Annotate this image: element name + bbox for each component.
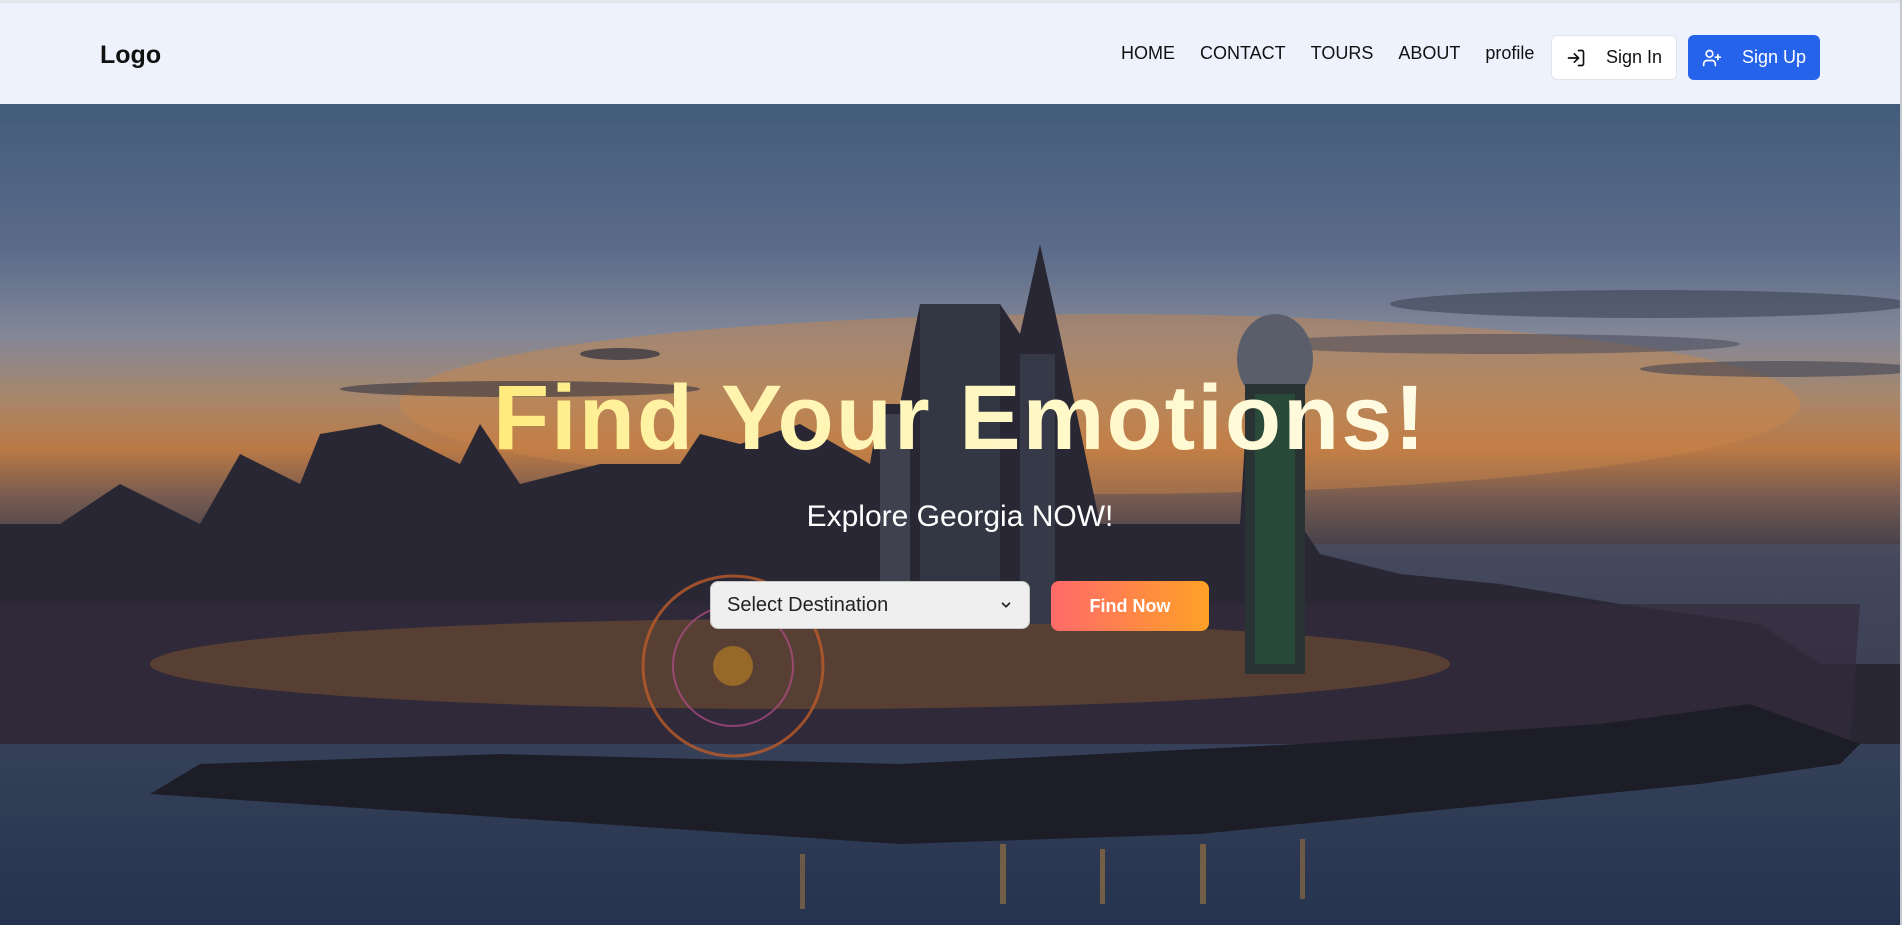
destination-select-value: Select Destination (727, 593, 889, 616)
chevron-down-icon (1001, 602, 1011, 608)
top-navbar: Logo HOME CONTACT TOURS ABOUT profile Si… (0, 0, 1900, 104)
nav-item-contact[interactable]: CONTACT (1200, 43, 1286, 64)
sign-in-label: Sign In (1605, 47, 1663, 67)
sign-up-label: Sign Up (1741, 47, 1807, 67)
sign-up-button[interactable]: Sign Up (1688, 35, 1820, 80)
destination-select[interactable]: Select Destination (710, 581, 1030, 629)
page: Logo HOME CONTACT TOURS ABOUT profile Si… (0, 0, 1902, 925)
find-now-button[interactable]: Find Now (1051, 581, 1209, 631)
user-plus-icon (1702, 49, 1722, 66)
nav-item-tours[interactable]: TOURS (1311, 43, 1374, 64)
hero-subtitle: Explore Georgia NOW! (806, 500, 1114, 533)
login-arrow-icon (1567, 49, 1585, 66)
sign-in-button[interactable]: Sign In (1551, 35, 1677, 80)
nav-item-home[interactable]: HOME (1121, 43, 1175, 64)
nav-item-about[interactable]: ABOUT (1398, 43, 1460, 64)
hero-title: Find Your Emotions! (0, 366, 1902, 471)
logo[interactable]: Logo (100, 41, 161, 70)
main-nav: HOME CONTACT TOURS ABOUT profile (1121, 43, 1534, 64)
nav-item-profile[interactable]: profile (1485, 43, 1534, 64)
